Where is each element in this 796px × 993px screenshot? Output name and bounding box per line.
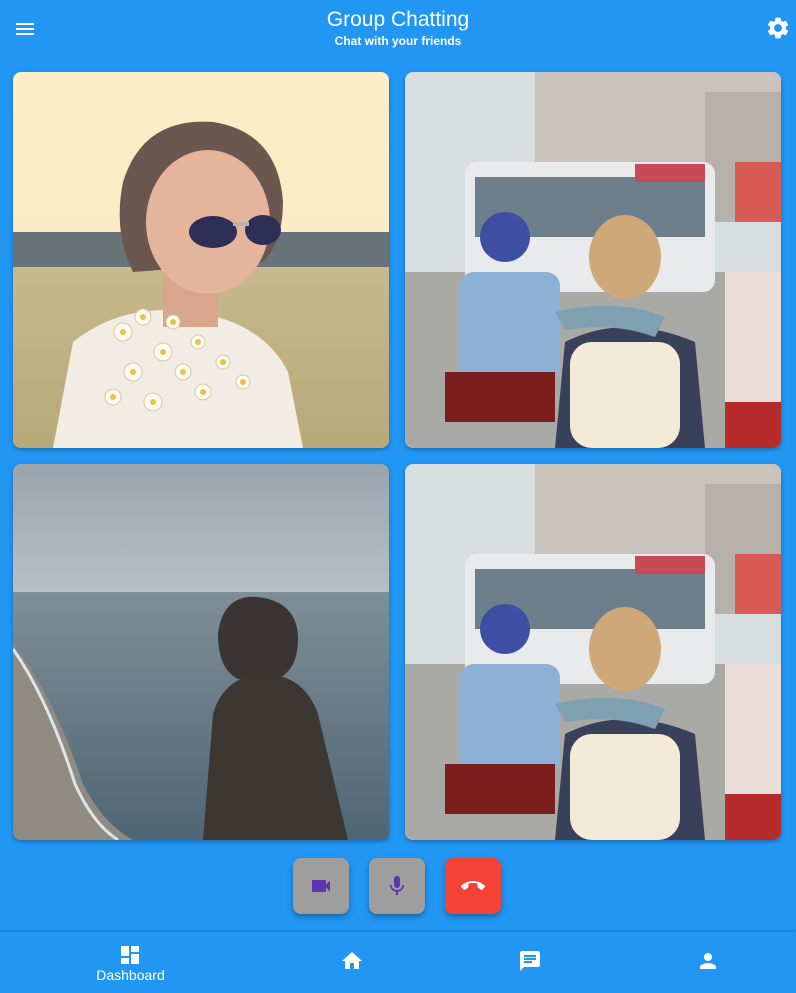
participant-video-2[interactable]	[405, 72, 781, 448]
nav-label-dashboard: Dashboard	[96, 967, 165, 983]
dashboard-icon	[121, 946, 139, 964]
mic-toggle-button[interactable]	[369, 858, 425, 914]
nav-item-profile[interactable]	[609, 932, 796, 993]
page-subtitle: Chat with your friends	[334, 34, 462, 48]
participant-video-4[interactable]	[405, 464, 781, 840]
nav-item-chat[interactable]	[431, 932, 630, 993]
participant-image	[405, 464, 781, 840]
settings-button[interactable]	[765, 15, 791, 41]
nav-item-home[interactable]	[253, 932, 452, 993]
page-title: Group Chatting	[326, 8, 470, 31]
gear-icon	[767, 17, 789, 39]
bottom-navigation: Dashboard	[0, 932, 796, 993]
call-end-icon	[461, 881, 485, 890]
chat-icon	[520, 951, 540, 971]
participant-image	[13, 464, 389, 840]
video-toggle-button[interactable]	[293, 858, 349, 914]
participant-image	[405, 72, 781, 448]
home-icon	[342, 952, 362, 969]
title-block: Group Chatting Chat with your friends	[0, 7, 796, 49]
nav-item-dashboard[interactable]: Dashboard	[31, 932, 230, 993]
person-icon	[700, 953, 716, 969]
mic-icon	[390, 876, 404, 895]
participant-video-1[interactable]	[13, 72, 389, 448]
app-bar: Group Chatting Chat with your friends	[0, 0, 796, 56]
videocam-icon	[312, 880, 330, 892]
end-call-button[interactable]	[445, 858, 501, 914]
participant-image	[13, 72, 389, 448]
participant-video-3[interactable]	[13, 464, 389, 840]
